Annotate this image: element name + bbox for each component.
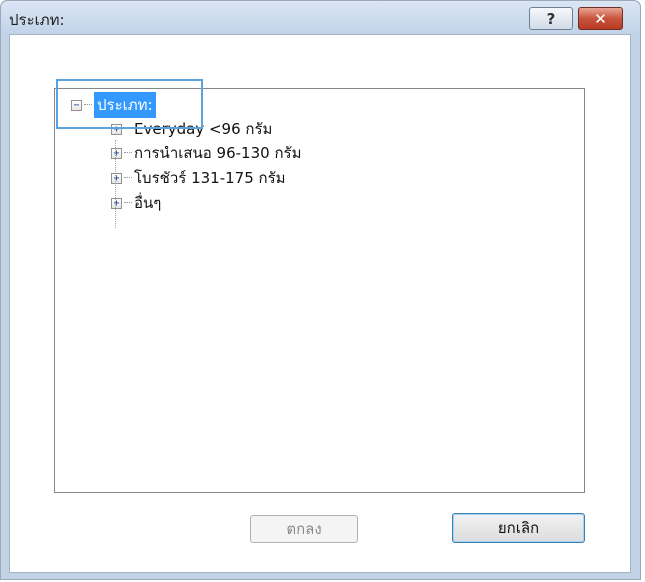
tree-connector — [124, 202, 132, 204]
tree-item-label[interactable]: อื่นๆ — [134, 191, 161, 215]
tree-item-other[interactable]: + อื่นๆ — [111, 192, 161, 214]
close-button[interactable]: ✕ — [578, 7, 623, 30]
expand-icon[interactable]: + — [111, 147, 122, 159]
ok-button-label: ตกลง — [286, 520, 322, 538]
tree-connector — [124, 152, 132, 154]
tree-item-presentation[interactable]: + การนำเสนอ 96-130 กรัม — [111, 142, 301, 164]
tree-item-label[interactable]: โบรชัวร์ 131-175 กรัม — [134, 166, 286, 190]
focus-highlight-frame — [56, 79, 203, 129]
expand-icon[interactable]: + — [111, 197, 122, 209]
cancel-button-label: ยกเลิก — [497, 519, 540, 537]
close-icon: ✕ — [594, 9, 607, 28]
tree-guide-line — [115, 140, 116, 228]
tree-item-brochure[interactable]: + โบรชัวร์ 131-175 กรัม — [111, 167, 286, 189]
ok-button[interactable]: ตกลง — [250, 515, 358, 543]
window-title: ประเภท: — [9, 11, 65, 29]
tree-item-label[interactable]: การนำเสนอ 96-130 กรัม — [134, 141, 301, 165]
title-bar[interactable]: ประเภท: ? ✕ — [1, 1, 640, 33]
tree-connector — [124, 177, 132, 179]
expand-icon[interactable]: + — [111, 172, 122, 184]
cancel-button[interactable]: ยกเลิก — [452, 513, 585, 543]
paper-type-tree[interactable]: − ประเภท: + Everyday <96 กรัม + การนำเสน… — [54, 88, 585, 493]
help-button[interactable]: ? — [529, 7, 573, 30]
question-mark-icon: ? — [546, 9, 556, 28]
